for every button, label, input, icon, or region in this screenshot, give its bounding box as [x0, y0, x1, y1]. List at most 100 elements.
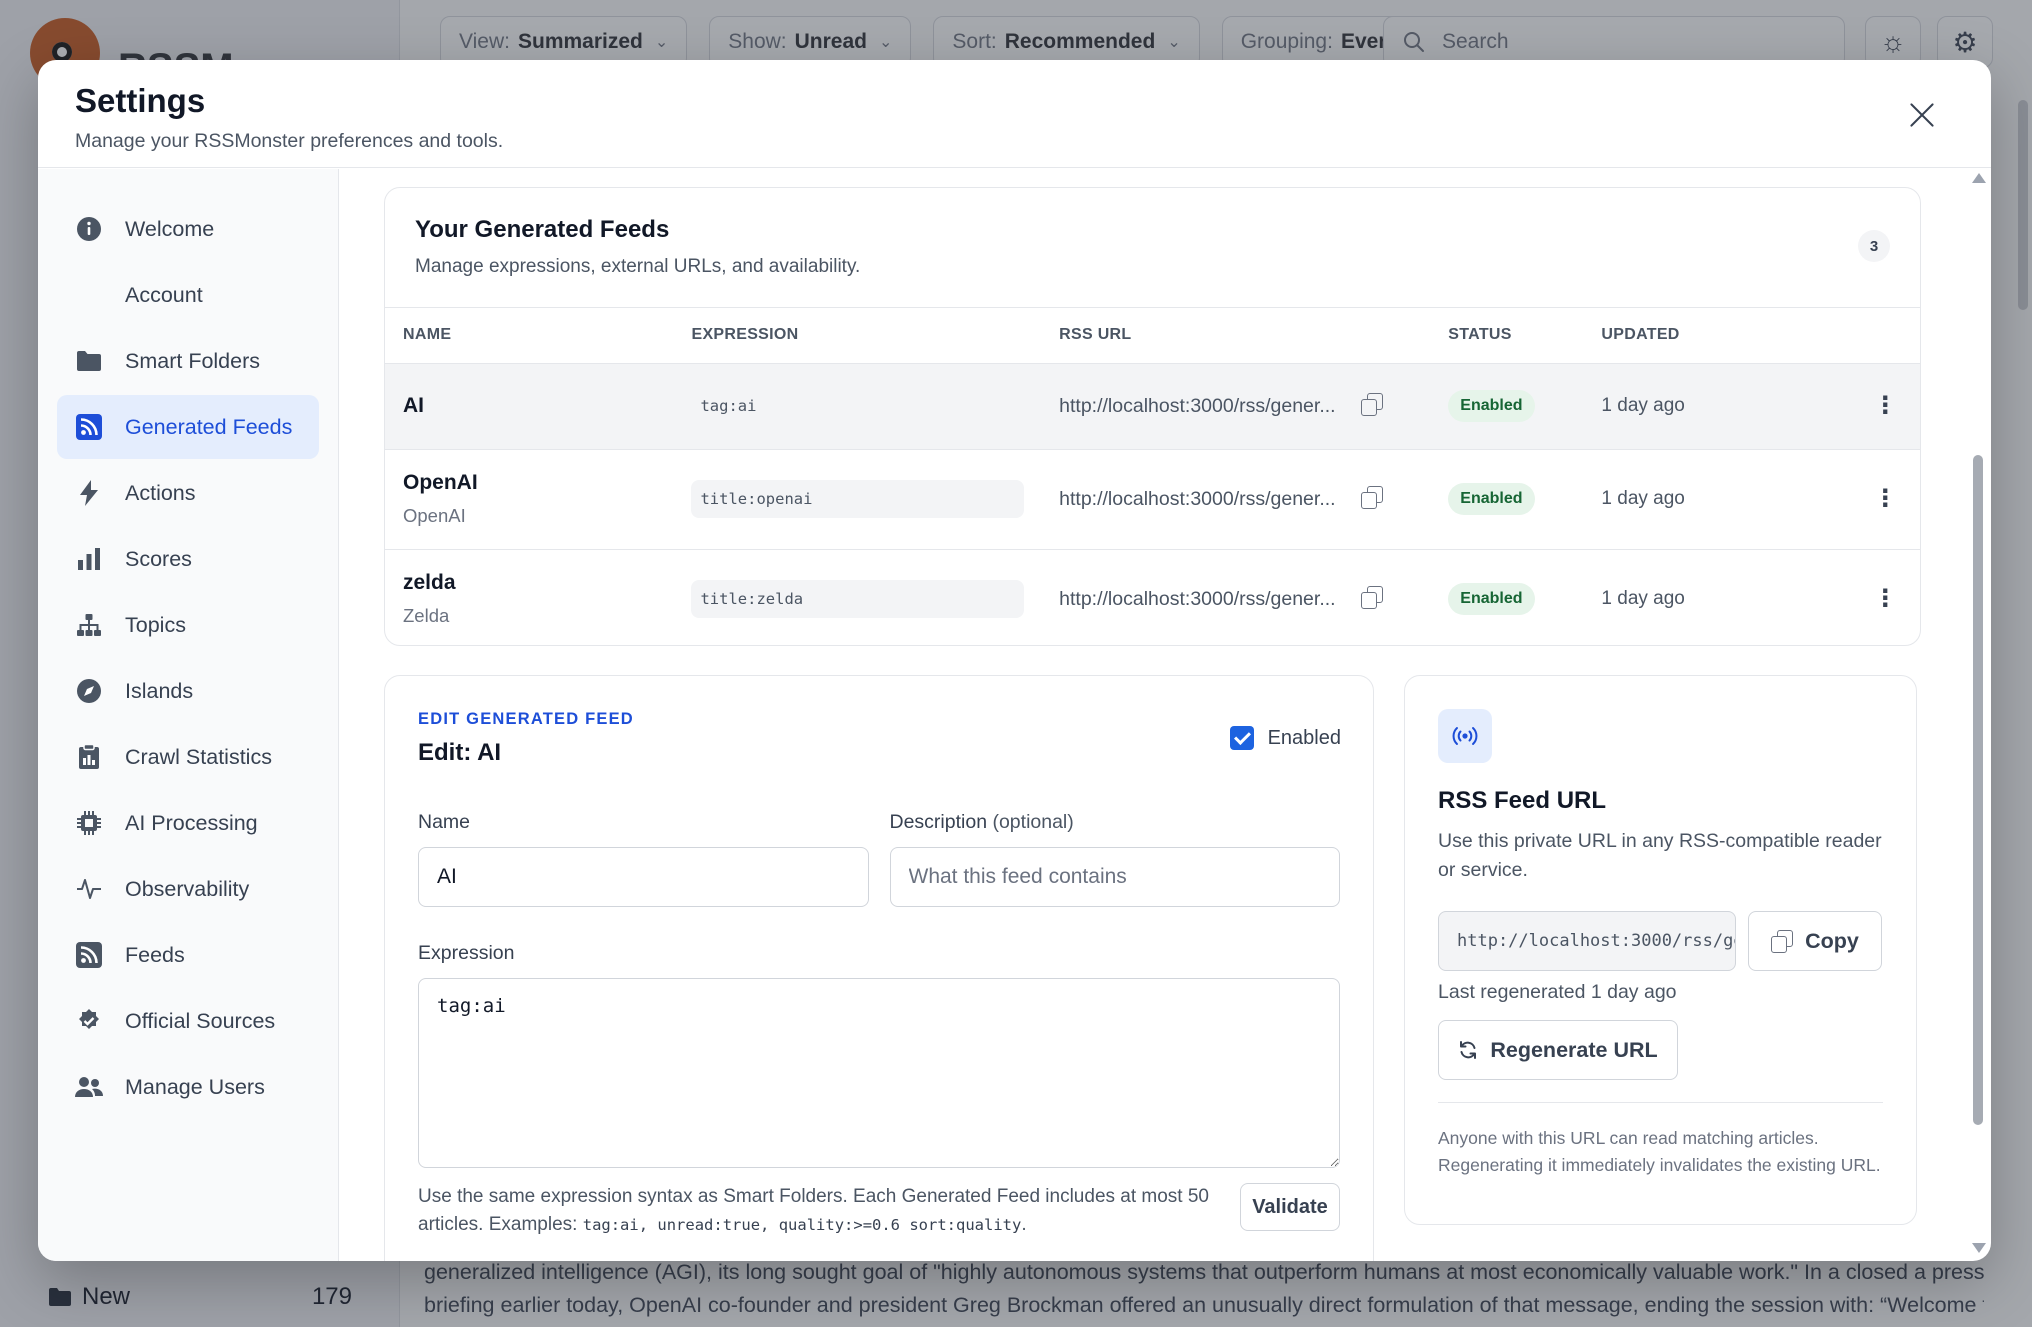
- status-badge: Enabled: [1448, 483, 1535, 515]
- regenerate-url-button[interactable]: Regenerate URL: [1438, 1020, 1678, 1080]
- sitemap-icon: [75, 611, 103, 639]
- copy-url-label: Copy: [1805, 928, 1859, 953]
- last-regenerated: Last regenerated 1 day ago: [1438, 981, 1677, 1003]
- feed-name: AI: [403, 394, 424, 417]
- column-header-updated[interactable]: UPDATED: [1583, 308, 1853, 364]
- badge-check-icon: [75, 1007, 103, 1035]
- more-options-icon[interactable]: ⋮: [1870, 487, 1900, 511]
- feed-description: Zelda: [403, 605, 450, 627]
- nav-item-ai-processing[interactable]: AI Processing: [57, 791, 319, 855]
- nav-item-label: AI Processing: [125, 810, 258, 835]
- modal-subtitle: Manage your RSSMonster preferences and t…: [75, 130, 504, 152]
- enabled-checkbox[interactable]: Enabled: [1229, 726, 1341, 750]
- table-row[interactable]: zelda Zelda title:zelda http://localhost:…: [385, 549, 1920, 645]
- feed-updated: 1 day ago: [1601, 395, 1685, 416]
- edit-eyebrow: EDIT GENERATED FEED: [418, 710, 634, 728]
- nav-item-observability[interactable]: Observability: [57, 857, 319, 921]
- table-header-row: NAME EXPRESSION RSS URL STATUS UPDATED: [385, 308, 1920, 364]
- status-badge: Enabled: [1448, 583, 1535, 616]
- modal-body: Welcome Account Smart Folders Generated …: [38, 169, 1991, 1261]
- users-icon: [75, 1073, 103, 1101]
- nav-item-label: Manage Users: [125, 1074, 265, 1099]
- edit-fields: Name Description (optional): [418, 811, 1340, 907]
- nav-item-label: Crawl Statistics: [125, 744, 272, 769]
- nav-item-account[interactable]: Account: [57, 263, 319, 327]
- nav-item-label: Smart Folders: [125, 348, 261, 373]
- nav-item-actions[interactable]: Actions: [57, 461, 319, 525]
- rss-url-field[interactable]: http://localhost:3000/rss/generated/: [1438, 911, 1736, 971]
- feed-name: OpenAI: [403, 471, 478, 494]
- nav-item-label: Observability: [125, 876, 250, 901]
- folder-icon: [75, 347, 103, 375]
- nav-item-welcome[interactable]: Welcome: [57, 197, 319, 261]
- generated-feeds-table: NAME EXPRESSION RSS URL STATUS UPDATED A…: [385, 308, 1920, 645]
- chip-icon: [75, 809, 103, 837]
- bar-chart-icon: [75, 545, 103, 573]
- table-row[interactable]: OpenAI OpenAI title:openai http://localho…: [385, 449, 1920, 550]
- checkbox-checked-icon[interactable]: [1229, 726, 1254, 750]
- generated-feeds-subtitle: Manage expressions, external URLs, and a…: [415, 256, 861, 277]
- info-icon: [75, 215, 103, 243]
- description-label: Description (optional): [890, 811, 1341, 834]
- modal-header: Settings Manage your RSSMonster preferen…: [38, 60, 1991, 168]
- nav-item-islands[interactable]: Islands: [57, 659, 319, 723]
- settings-content: Your Generated Feeds Manage expressions,…: [339, 169, 1991, 1261]
- copy-icon[interactable]: [1361, 585, 1384, 609]
- copy-icon[interactable]: [1361, 392, 1384, 416]
- description-field-group: Description (optional): [889, 811, 1341, 907]
- nav-item-label: Feeds: [125, 942, 185, 967]
- nav-item-topics[interactable]: Topics: [57, 593, 319, 657]
- feed-expression: tag:ai: [691, 387, 1025, 425]
- copy-icon[interactable]: [1361, 485, 1384, 509]
- scroll-thumb[interactable]: [1973, 455, 1983, 1125]
- column-header-name[interactable]: NAME: [385, 308, 674, 364]
- nav-item-label: Actions: [125, 480, 196, 505]
- feed-url: http://localhost:3000/rss/gener...: [1059, 487, 1336, 510]
- expression-textarea[interactable]: tag:ai: [418, 978, 1340, 1168]
- expression-label: Expression: [418, 942, 515, 964]
- feed-url: http://localhost:3000/rss/gener...: [1059, 587, 1336, 610]
- close-button[interactable]: [1905, 98, 1939, 132]
- feed-updated: 1 day ago: [1601, 488, 1685, 509]
- nav-item-scores[interactable]: Scores: [57, 527, 319, 591]
- scroll-up-arrow[interactable]: [1972, 173, 1986, 183]
- nav-item-smart-folders[interactable]: Smart Folders: [57, 329, 319, 393]
- nav-item-label: Welcome: [125, 216, 215, 241]
- scroll-down-arrow[interactable]: [1972, 1243, 1986, 1253]
- column-header-status[interactable]: STATUS: [1430, 308, 1584, 364]
- clipboard-icon: [75, 743, 103, 771]
- column-header-expression[interactable]: EXPRESSION: [673, 308, 1042, 364]
- editor-section: EDIT GENERATED FEED Edit: AI Enabled Nam…: [384, 675, 1991, 1261]
- feed-expression: title:openai: [691, 480, 1025, 518]
- content-scrollbar[interactable]: [1971, 173, 1986, 1261]
- more-options-icon[interactable]: ⋮: [1870, 394, 1900, 418]
- copy-url-button[interactable]: Copy: [1748, 911, 1882, 971]
- column-header-rss-url[interactable]: RSS URL: [1041, 308, 1344, 364]
- nav-item-label: Topics: [125, 612, 186, 637]
- rss-note: Anyone with this URL can read matching a…: [1438, 1128, 1881, 1175]
- name-input[interactable]: [418, 847, 869, 907]
- expression-help: Use the same expression syntax as Smart …: [418, 1186, 1209, 1235]
- description-input[interactable]: [889, 847, 1340, 907]
- rss-icon: [75, 413, 103, 441]
- validate-button[interactable]: Validate: [1240, 1183, 1340, 1231]
- column-header-actions: [1852, 308, 1920, 364]
- nav-item-feeds[interactable]: Feeds: [57, 923, 319, 987]
- optional-hint: (optional): [992, 811, 1074, 833]
- nav-item-manage-users[interactable]: Manage Users: [57, 1055, 319, 1119]
- more-options-icon[interactable]: ⋮: [1870, 587, 1900, 611]
- rss-title: RSS Feed URL: [1438, 787, 1607, 814]
- feed-url: http://localhost:3000/rss/gener...: [1059, 394, 1336, 417]
- feed-description: OpenAI: [403, 505, 466, 526]
- edit-title: Edit: AI: [418, 739, 502, 766]
- nav-item-generated-feeds[interactable]: Generated Feeds: [57, 395, 319, 459]
- nav-item-label: Generated Feeds: [125, 414, 293, 439]
- expression-help-row: Use the same expression syntax as Smart …: [418, 1183, 1340, 1239]
- refresh-icon: [1460, 1041, 1477, 1059]
- table-row[interactable]: AI tag:ai http://localhost:3000/rss/gene…: [385, 363, 1920, 450]
- rss-feed-url-card: RSS Feed URL Use this private URL in any…: [1404, 675, 1917, 1225]
- nav-item-official-sources[interactable]: Official Sources: [57, 989, 319, 1053]
- nav-item-crawl-statistics[interactable]: Crawl Statistics: [57, 725, 319, 789]
- settings-modal: Settings Manage your RSSMonster preferen…: [38, 60, 1991, 1261]
- rss-url-row: http://localhost:3000/rss/generated/ Cop…: [1438, 911, 1883, 971]
